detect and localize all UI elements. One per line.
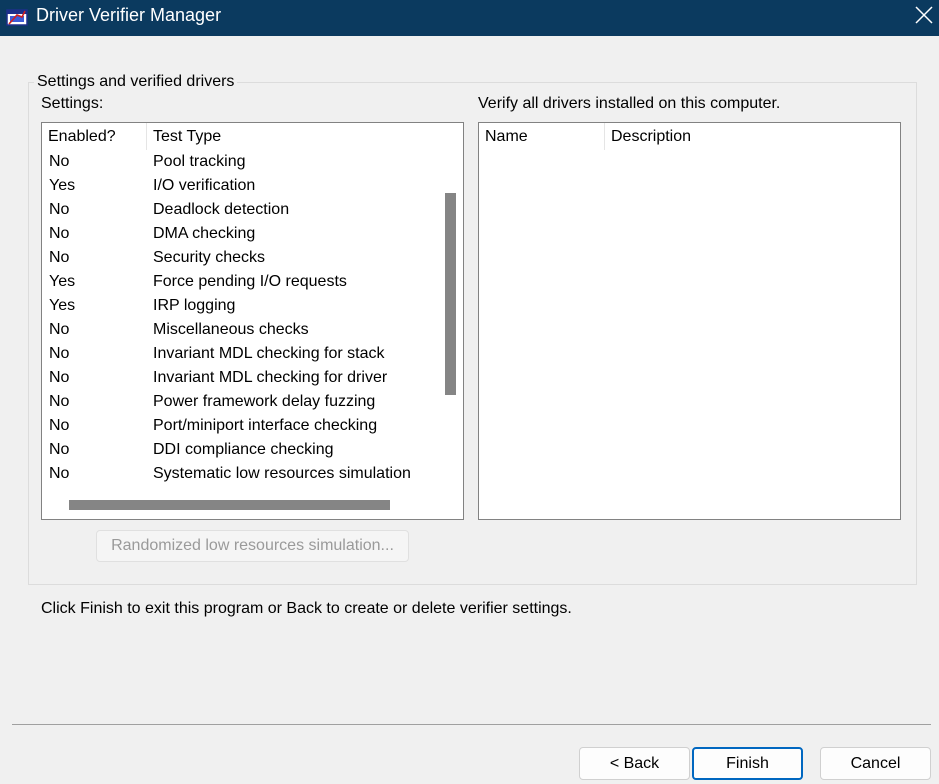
test-type-cell: DDI compliance checking: [153, 441, 334, 458]
test-type-cell: Security checks: [153, 249, 266, 266]
test-type-cell: Systematic low resources simulation: [153, 465, 411, 482]
finish-button[interactable]: Finish: [692, 747, 803, 780]
column-header-test-type[interactable]: Test Type: [146, 123, 437, 150]
column-header-name[interactable]: Name: [479, 123, 604, 150]
settings-row[interactable]: No Deadlock detection: [42, 198, 437, 222]
settings-row[interactable]: Yes IRP logging: [42, 294, 437, 318]
drivers-list-header: Name Description: [479, 123, 899, 150]
test-type-cell: IRP logging: [153, 297, 236, 314]
group-legend: Settings and verified drivers: [34, 73, 238, 91]
settings-row[interactable]: No Miscellaneous checks: [42, 318, 437, 342]
test-type-cell: Invariant MDL checking for driver: [153, 369, 388, 386]
driver-verifier-app-icon: [6, 6, 28, 28]
settings-row[interactable]: No Systematic low resources simulation: [42, 462, 437, 486]
back-button[interactable]: < Back: [579, 747, 690, 780]
settings-label: Settings:: [41, 95, 104, 112]
settings-row[interactable]: No Pool tracking: [42, 150, 437, 174]
divider: [12, 724, 931, 725]
enabled-cell: No: [49, 465, 70, 482]
test-type-cell: I/O verification: [153, 177, 256, 194]
test-type-cell: Force pending I/O requests: [153, 273, 347, 290]
test-type-cell: DMA checking: [153, 225, 256, 242]
enabled-cell: No: [49, 321, 70, 338]
settings-row[interactable]: No Invariant MDL checking for stack: [42, 342, 437, 366]
settings-row[interactable]: No Power framework delay fuzzing: [42, 390, 437, 414]
randomized-low-resources-button[interactable]: Randomized low resources simulation...: [96, 530, 409, 562]
enabled-cell: Yes: [49, 297, 76, 314]
drivers-listview[interactable]: Name Description: [478, 122, 901, 520]
settings-row[interactable]: No DMA checking: [42, 222, 437, 246]
enabled-cell: No: [49, 201, 70, 218]
cancel-button[interactable]: Cancel: [820, 747, 931, 780]
test-type-cell: Pool tracking: [153, 153, 246, 170]
test-type-cell: Invariant MDL checking for stack: [153, 345, 385, 362]
enabled-cell: No: [49, 225, 70, 242]
settings-row[interactable]: No Port/miniport interface checking: [42, 414, 437, 438]
settings-list-header: Enabled? Test Type: [42, 123, 437, 150]
column-header-enabled[interactable]: Enabled?: [42, 123, 146, 150]
enabled-cell: Yes: [49, 177, 76, 194]
test-type-cell: Miscellaneous checks: [153, 321, 309, 338]
close-icon: [915, 6, 933, 24]
enabled-cell: No: [49, 345, 70, 362]
vertical-scrollbar-thumb[interactable]: [445, 193, 456, 395]
enabled-cell: No: [49, 249, 70, 266]
enabled-cell: No: [49, 393, 70, 410]
enabled-cell: No: [49, 153, 70, 170]
drivers-label: Verify all drivers installed on this com…: [478, 95, 781, 112]
settings-row[interactable]: No DDI compliance checking: [42, 438, 437, 462]
settings-listview[interactable]: Enabled? Test Type No Pool tracking Yes I/O…: [41, 122, 464, 520]
enabled-cell: No: [49, 417, 70, 434]
settings-row[interactable]: Yes Force pending I/O requests: [42, 270, 437, 294]
close-button[interactable]: [909, 0, 939, 30]
title-bar: Driver Verifier Manager: [0, 0, 939, 36]
test-type-cell: Deadlock detection: [153, 201, 290, 218]
test-type-cell: Port/miniport interface checking: [153, 417, 378, 434]
horizontal-scrollbar-thumb[interactable]: [69, 500, 390, 510]
enabled-cell: No: [49, 369, 70, 386]
settings-row[interactable]: Yes I/O verification: [42, 174, 437, 198]
instruction-text: Click Finish to exit this program or Bac…: [41, 600, 572, 617]
test-type-cell: Power framework delay fuzzing: [153, 393, 376, 410]
settings-row[interactable]: No Invariant MDL checking for driver: [42, 366, 437, 390]
enabled-cell: Yes: [49, 273, 76, 290]
column-header-description[interactable]: Description: [604, 123, 899, 150]
window-title: Driver Verifier Manager: [36, 5, 222, 25]
settings-row[interactable]: No Security checks: [42, 246, 437, 270]
enabled-cell: No: [49, 441, 70, 458]
